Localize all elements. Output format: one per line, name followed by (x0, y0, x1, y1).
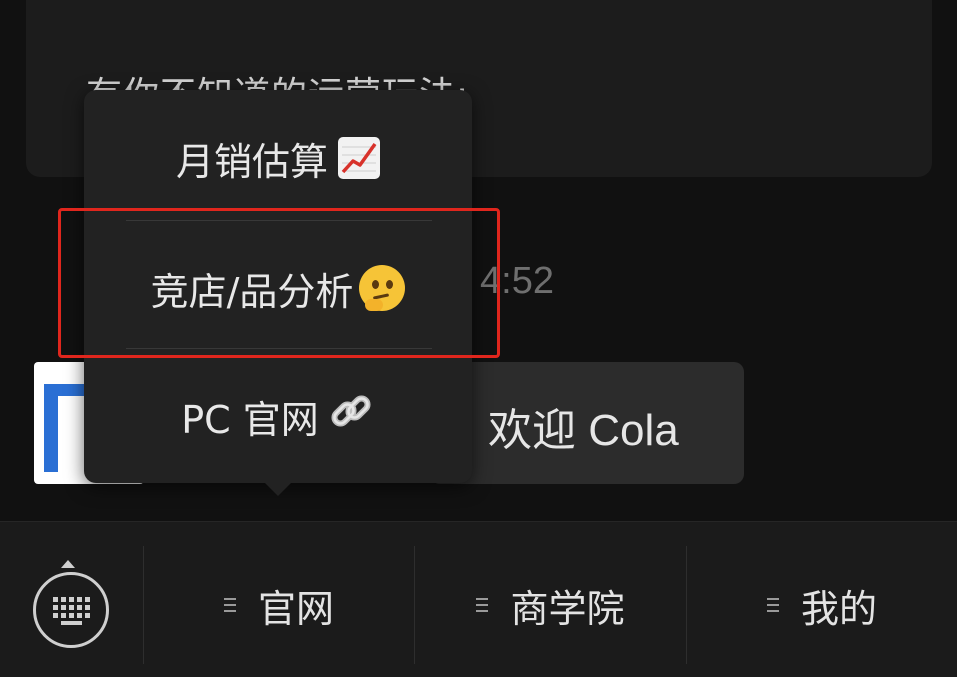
menu-item-label: PC 官网 (181, 397, 319, 442)
menu-item-label: 月销估算 (175, 139, 328, 184)
menu-divider (126, 220, 432, 221)
chart-increasing-emoji-icon (338, 137, 380, 179)
keyboard-icon (53, 597, 90, 625)
menu-lines-icon (766, 597, 779, 613)
emoji-eye (386, 280, 394, 289)
link-emoji-icon (327, 388, 375, 445)
menu-lines-icon (223, 597, 236, 613)
welcome-message-text: 欢迎 Cola (488, 406, 679, 455)
menu-lines-icon (476, 597, 489, 613)
bottom-tab-my-account[interactable]: 我的 (687, 546, 957, 664)
menu-item-pc-website[interactable]: PC 官网 (84, 356, 472, 476)
tab-label: 我的 (800, 586, 877, 631)
keyboard-toggle-caret-icon (61, 560, 75, 568)
emoji-eye (372, 280, 380, 289)
message-timestamp: 4:52 (480, 260, 554, 302)
menu-item-monthly-sales-estimate[interactable]: 月销估算 (84, 96, 472, 220)
popup-pointer-arrow (264, 482, 292, 496)
thinking-face-emoji-icon (359, 265, 406, 311)
bottom-tab-business-school[interactable]: 商学院 (415, 546, 686, 664)
keyboard-toggle-button[interactable] (33, 572, 109, 648)
menu-item-competitor-analysis[interactable]: 竞店/品分析 (84, 226, 472, 350)
menu-item-label: 竞店/品分析 (150, 269, 354, 314)
chat-screen: 有你不知道的运营玩法: 4:52 欢迎 Cola 月销估算 竞店/品分析 (0, 0, 957, 677)
tab-label: 官网 (257, 586, 334, 631)
tab-label: 商学院 (510, 586, 625, 631)
bottom-tab-official-site[interactable]: 官网 (144, 546, 414, 664)
avatar-logo-mark-vertical (44, 384, 58, 472)
emoji-hand (365, 299, 384, 311)
menu-divider (126, 348, 432, 349)
